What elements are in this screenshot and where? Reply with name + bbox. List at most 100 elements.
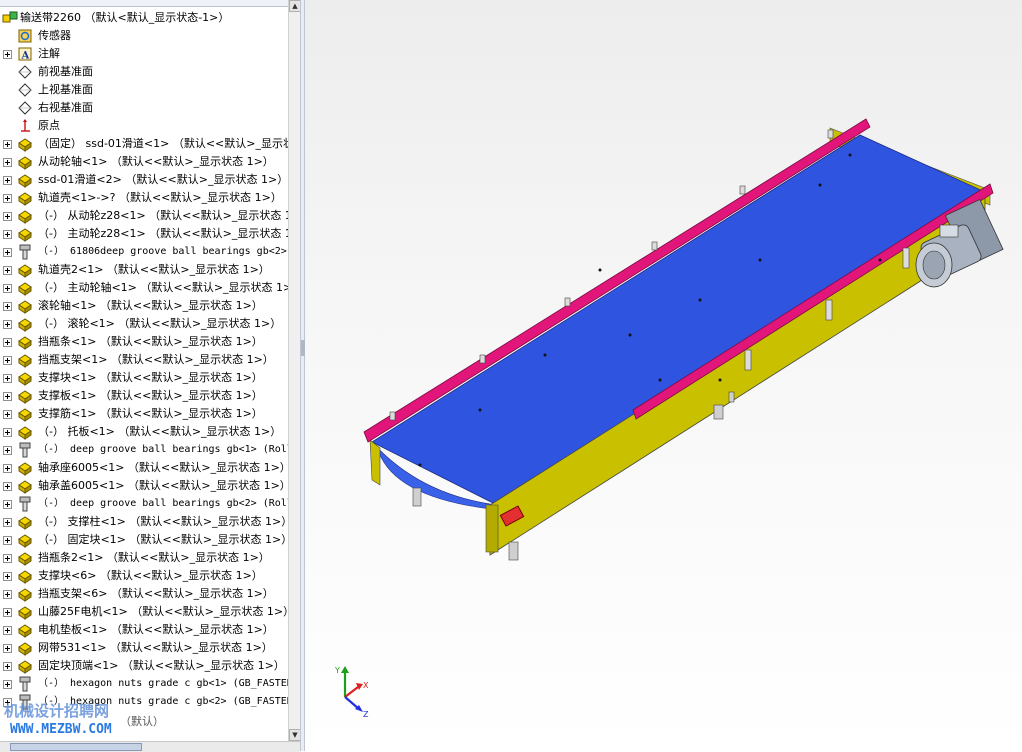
- expand-icon[interactable]: [3, 158, 12, 167]
- part-icon: [18, 174, 32, 188]
- part-icon: [18, 264, 32, 278]
- tree-partial-row: （默认）: [120, 715, 164, 728]
- left-end-plate: [369, 439, 381, 486]
- expand-icon[interactable]: [3, 266, 12, 275]
- tree-item-label: 右视基准面: [38, 101, 93, 114]
- expand-icon[interactable]: [3, 662, 12, 671]
- tree-item-label: 挡瓶支架<6> （默认<<默认>_显示状态 1>）: [38, 587, 274, 600]
- part-icon: [18, 300, 32, 314]
- tree-item-label: ssd-01滑道<2> （默认<<默认>_显示状态 1>）: [38, 173, 288, 186]
- tree-item-label: （-） 主动轮轴<1> （默认<<默认>_显示状态 1>）: [38, 281, 288, 294]
- conveyor-belt: [371, 134, 986, 506]
- tree-item-label: （-） 固定块<1> （默认<<默认>_显示状态 1>）: [38, 533, 288, 546]
- part-icon: [18, 138, 32, 152]
- expand-icon[interactable]: [3, 230, 12, 239]
- part-icon: [18, 462, 32, 476]
- expand-icon[interactable]: [3, 482, 12, 491]
- expand-icon[interactable]: [3, 392, 12, 401]
- tree-item-label: 山藤25F电机<1> （默认<<默认>_显示状态 1>）: [38, 605, 288, 618]
- tree-item-label: 挡瓶条2<1> （默认<<默认>_显示状态 1>）: [38, 551, 270, 564]
- expand-icon[interactable]: [3, 194, 12, 203]
- expand-icon[interactable]: [3, 536, 12, 545]
- part-icon: [18, 210, 32, 224]
- part-icon: [18, 318, 32, 332]
- expand-icon[interactable]: [3, 518, 12, 527]
- expand-icon[interactable]: [3, 302, 12, 311]
- expand-icon[interactable]: [3, 248, 12, 257]
- axis-triad: Y X Z: [334, 666, 369, 717]
- expand-icon[interactable]: [3, 50, 12, 59]
- expand-icon[interactable]: [3, 590, 12, 599]
- tree-item-label: （-） 支撑柱<1> （默认<<默认>_显示状态 1>）: [38, 515, 288, 528]
- expand-icon[interactable]: [3, 626, 12, 635]
- expand-icon[interactable]: [3, 464, 12, 473]
- expand-icon[interactable]: [3, 500, 12, 509]
- tree-item-label: 电机垫板<1> （默认<<默认>_显示状态 1>）: [38, 623, 274, 636]
- expand-icon[interactable]: [3, 644, 12, 653]
- part-icon: [18, 282, 32, 296]
- part-icon: [18, 372, 32, 386]
- expand-icon[interactable]: [3, 680, 12, 689]
- expand-icon[interactable]: [3, 140, 12, 149]
- tree-item-label: 挡瓶条<1> （默认<<默认>_显示状态 1>）: [38, 335, 263, 348]
- expand-icon[interactable]: [3, 374, 12, 383]
- svg-text:X: X: [363, 681, 369, 690]
- expand-icon[interactable]: [3, 338, 12, 347]
- expand-icon[interactable]: [3, 284, 12, 293]
- plane-icon: [18, 101, 32, 115]
- expand-icon[interactable]: [3, 176, 12, 185]
- part-icon: [18, 570, 32, 584]
- conveyor-model: [363, 118, 1004, 561]
- watermark-url: WWW.MEZBW.COM: [10, 722, 112, 737]
- expand-icon[interactable]: [3, 356, 12, 365]
- expand-icon[interactable]: [3, 212, 12, 221]
- svg-text:Z: Z: [363, 710, 369, 717]
- origin-icon: [21, 119, 30, 132]
- expand-icon[interactable]: [3, 410, 12, 419]
- tree-item-label: 支撑板<1> （默认<<默认>_显示状态 1>）: [38, 389, 263, 402]
- plane-icon: [18, 83, 32, 97]
- expand-icon[interactable]: [3, 320, 12, 329]
- watermark-text: 机械设计招聘网: [4, 702, 110, 720]
- part-icon: [18, 390, 32, 404]
- tree-root-label: 输送带2260 （默认<默认_显示状态-1>）: [20, 11, 230, 24]
- end-plate: [485, 504, 499, 553]
- expand-icon[interactable]: [3, 428, 12, 437]
- expand-icon[interactable]: [3, 446, 12, 455]
- tree-item-label: 轴承盖6005<1> （默认<<默认>_显示状态 1>）: [38, 479, 288, 492]
- horizontal-scroll-thumb[interactable]: [10, 743, 142, 751]
- svg-text:Y: Y: [334, 666, 340, 675]
- part-icon: [18, 534, 32, 548]
- bolt-icon: [19, 676, 31, 692]
- annotation-icon: A: [18, 47, 32, 62]
- expand-icon[interactable]: [3, 572, 12, 581]
- part-icon: [18, 588, 32, 602]
- part-icon: [18, 516, 32, 530]
- part-icon: [18, 156, 32, 170]
- tree-item-label: （-） 61806deep groove ball bearings gb<2>: [38, 246, 287, 257]
- part-icon: [18, 426, 32, 440]
- part-icon: [18, 336, 32, 350]
- tree-item-label: 轨道壳2<1> （默认<<默认>_显示状态 1>）: [38, 263, 270, 276]
- expand-icon[interactable]: [3, 554, 12, 563]
- tree-item-label: （-） deep groove ball bearings gb<2> (Rol…: [38, 498, 288, 509]
- assembly-icon: [2, 11, 18, 23]
- tree-item-label: （固定） ssd-01滑道<1> （默认<<默认>_显示状态: [38, 137, 288, 150]
- tree-item-label: 注解: [38, 47, 60, 60]
- bolt-icon: [19, 496, 31, 512]
- tree-item-label: （-） 主动轮z28<1> （默认<<默认>_显示状态 1>）: [38, 227, 288, 240]
- part-icon: [18, 408, 32, 422]
- feature-manager-tree: 输送带2260 （默认<默认_显示状态-1>） 传感器 A 注解 前视基准面 上视基准面…: [0, 0, 288, 741]
- graphics-viewport[interactable]: Y X Z: [305, 0, 1022, 751]
- expand-icon[interactable]: [3, 608, 12, 617]
- tree-horizontal-scrollbar[interactable]: [0, 741, 300, 752]
- tree-item-label: （-） deep groove ball bearings gb<1> (Rol…: [38, 444, 288, 455]
- part-icon: [18, 354, 32, 368]
- tree-item-label: （-） 托板<1> （默认<<默认>_显示状态 1>）: [38, 425, 282, 438]
- bolt-icon: [19, 442, 31, 458]
- tree-item-label: （-） hexagon nuts grade c gb<1> (GB_FASTE…: [38, 678, 288, 689]
- part-icon: [18, 624, 32, 638]
- plane-icon: [18, 65, 32, 79]
- tree-item-label: 支撑筋<1> （默认<<默认>_显示状态 1>）: [38, 407, 263, 420]
- part-icon: [18, 660, 32, 674]
